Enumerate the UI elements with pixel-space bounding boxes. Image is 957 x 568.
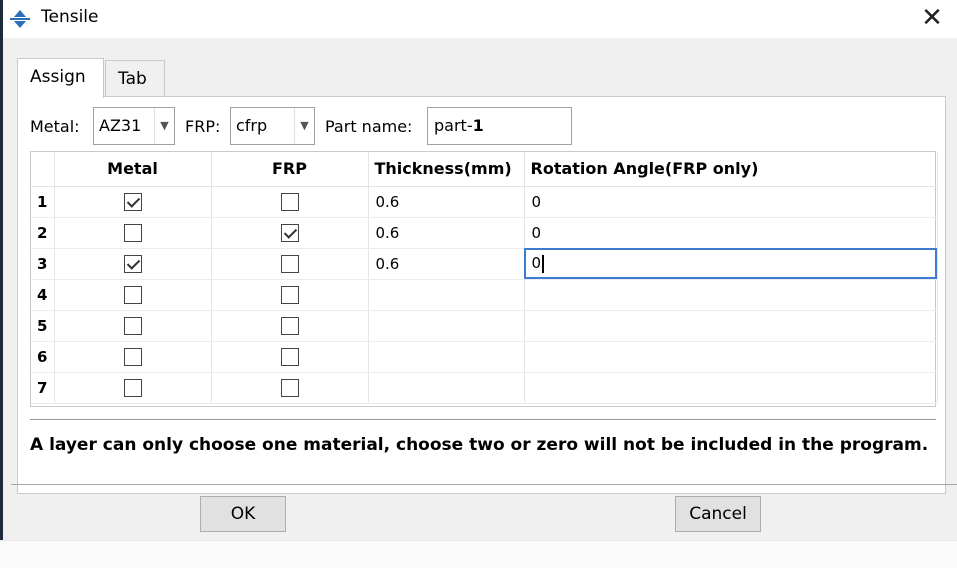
metal-checkbox[interactable]	[123, 347, 142, 366]
chevron-down-icon: ▼	[294, 108, 314, 144]
thickness-cell[interactable]: 0.6	[368, 186, 525, 218]
rotation-angle-cell[interactable]	[524, 279, 938, 311]
metal-label: Metal:	[30, 117, 80, 136]
metal-select-value: AZ31	[99, 116, 142, 135]
background-strip	[0, 540, 957, 568]
frp-checkbox[interactable]	[280, 378, 299, 397]
frp-select[interactable]: cfrp ▼	[230, 107, 315, 145]
thickness-cell[interactable]	[368, 279, 525, 311]
table-row: 2 0.6 0	[31, 217, 938, 249]
metal-checkbox[interactable]	[123, 254, 142, 273]
table-row: 6	[31, 341, 938, 373]
row-number: 6	[31, 341, 55, 373]
part-name-suffix: 1	[472, 116, 484, 135]
rotation-angle-cell[interactable]	[524, 372, 938, 404]
row-number-header	[31, 152, 55, 187]
divider	[30, 419, 936, 420]
row-number: 4	[31, 279, 55, 311]
rotation-angle-header[interactable]: Rotation Angle(FRP only)	[524, 152, 938, 187]
row-number: 7	[31, 372, 55, 404]
chevron-down-icon: ▼	[154, 108, 174, 144]
metal-checkbox[interactable]	[123, 378, 142, 397]
button-divider	[11, 484, 957, 485]
frp-checkbox[interactable]	[280, 347, 299, 366]
metal-header[interactable]: Metal	[54, 152, 212, 187]
table-row: 5	[31, 310, 938, 342]
row-number: 3	[31, 248, 55, 280]
thickness-cell[interactable]: 0.6	[368, 217, 525, 249]
table-row: 1 0.6 0	[31, 186, 938, 218]
part-name-prefix: part-	[434, 116, 473, 135]
rotation-angle-cell-editing[interactable]: 0	[524, 248, 938, 280]
thickness-header[interactable]: Thickness(mm)	[368, 152, 525, 187]
thickness-cell[interactable]	[368, 341, 525, 373]
cancel-button[interactable]: Cancel	[675, 496, 761, 532]
row-number: 2	[31, 217, 55, 249]
thickness-cell[interactable]	[368, 372, 525, 404]
table-row: 7	[31, 372, 938, 404]
part-name-label: Part name:	[325, 117, 413, 136]
close-icon[interactable]: ✕	[917, 4, 947, 34]
tab-assign[interactable]: Assign	[17, 58, 104, 98]
frp-header[interactable]: FRP	[211, 152, 369, 187]
tab-tab[interactable]: Tab	[105, 60, 165, 96]
rotation-angle-cell[interactable]	[524, 310, 938, 342]
row-number: 1	[31, 186, 55, 218]
text-cursor-icon	[542, 254, 545, 273]
frp-checkbox[interactable]	[280, 316, 299, 335]
layer-table: Metal FRP Thickness(mm) Rotation Angle(F…	[30, 151, 938, 407]
metal-select[interactable]: AZ31 ▼	[93, 107, 175, 145]
frp-checkbox[interactable]	[280, 254, 299, 273]
row-number: 5	[31, 310, 55, 342]
assign-panel: Metal: AZ31 ▼ FRP: cfrp ▼ Part name: par…	[17, 96, 946, 494]
metal-checkbox[interactable]	[123, 285, 142, 304]
metal-checkbox[interactable]	[123, 316, 142, 335]
metal-checkbox[interactable]	[123, 223, 142, 242]
metal-checkbox[interactable]	[123, 192, 142, 211]
dialog-client: Assign Tab Metal: AZ31 ▼ FRP: cfrp ▼ Par…	[3, 38, 957, 540]
ok-button[interactable]: OK	[200, 496, 286, 532]
frp-checkbox[interactable]	[280, 285, 299, 304]
rotation-angle-cell[interactable]	[524, 341, 938, 373]
rotation-angle-cell[interactable]: 0	[524, 217, 938, 249]
frp-checkbox[interactable]	[280, 192, 299, 211]
table-row: 4	[31, 279, 938, 311]
part-name-input[interactable]: part-1	[427, 107, 572, 145]
frp-checkbox[interactable]	[280, 223, 299, 242]
rotation-angle-edit-value[interactable]: 0	[532, 254, 542, 272]
thickness-cell[interactable]: 0.6	[368, 248, 525, 280]
table-header-row: Metal FRP Thickness(mm) Rotation Angle(F…	[31, 152, 938, 187]
rotation-angle-cell[interactable]: 0	[524, 186, 938, 218]
instruction-note: A layer can only choose one material, ch…	[30, 435, 929, 455]
app-icon	[9, 9, 31, 29]
thickness-cell[interactable]	[368, 310, 525, 342]
frp-select-value: cfrp	[236, 116, 268, 135]
window-title: Tensile	[41, 7, 99, 27]
title-bar: Tensile ✕	[3, 0, 957, 38]
frp-label: FRP:	[185, 117, 221, 136]
table-row: 3 0.6 0	[31, 248, 938, 280]
